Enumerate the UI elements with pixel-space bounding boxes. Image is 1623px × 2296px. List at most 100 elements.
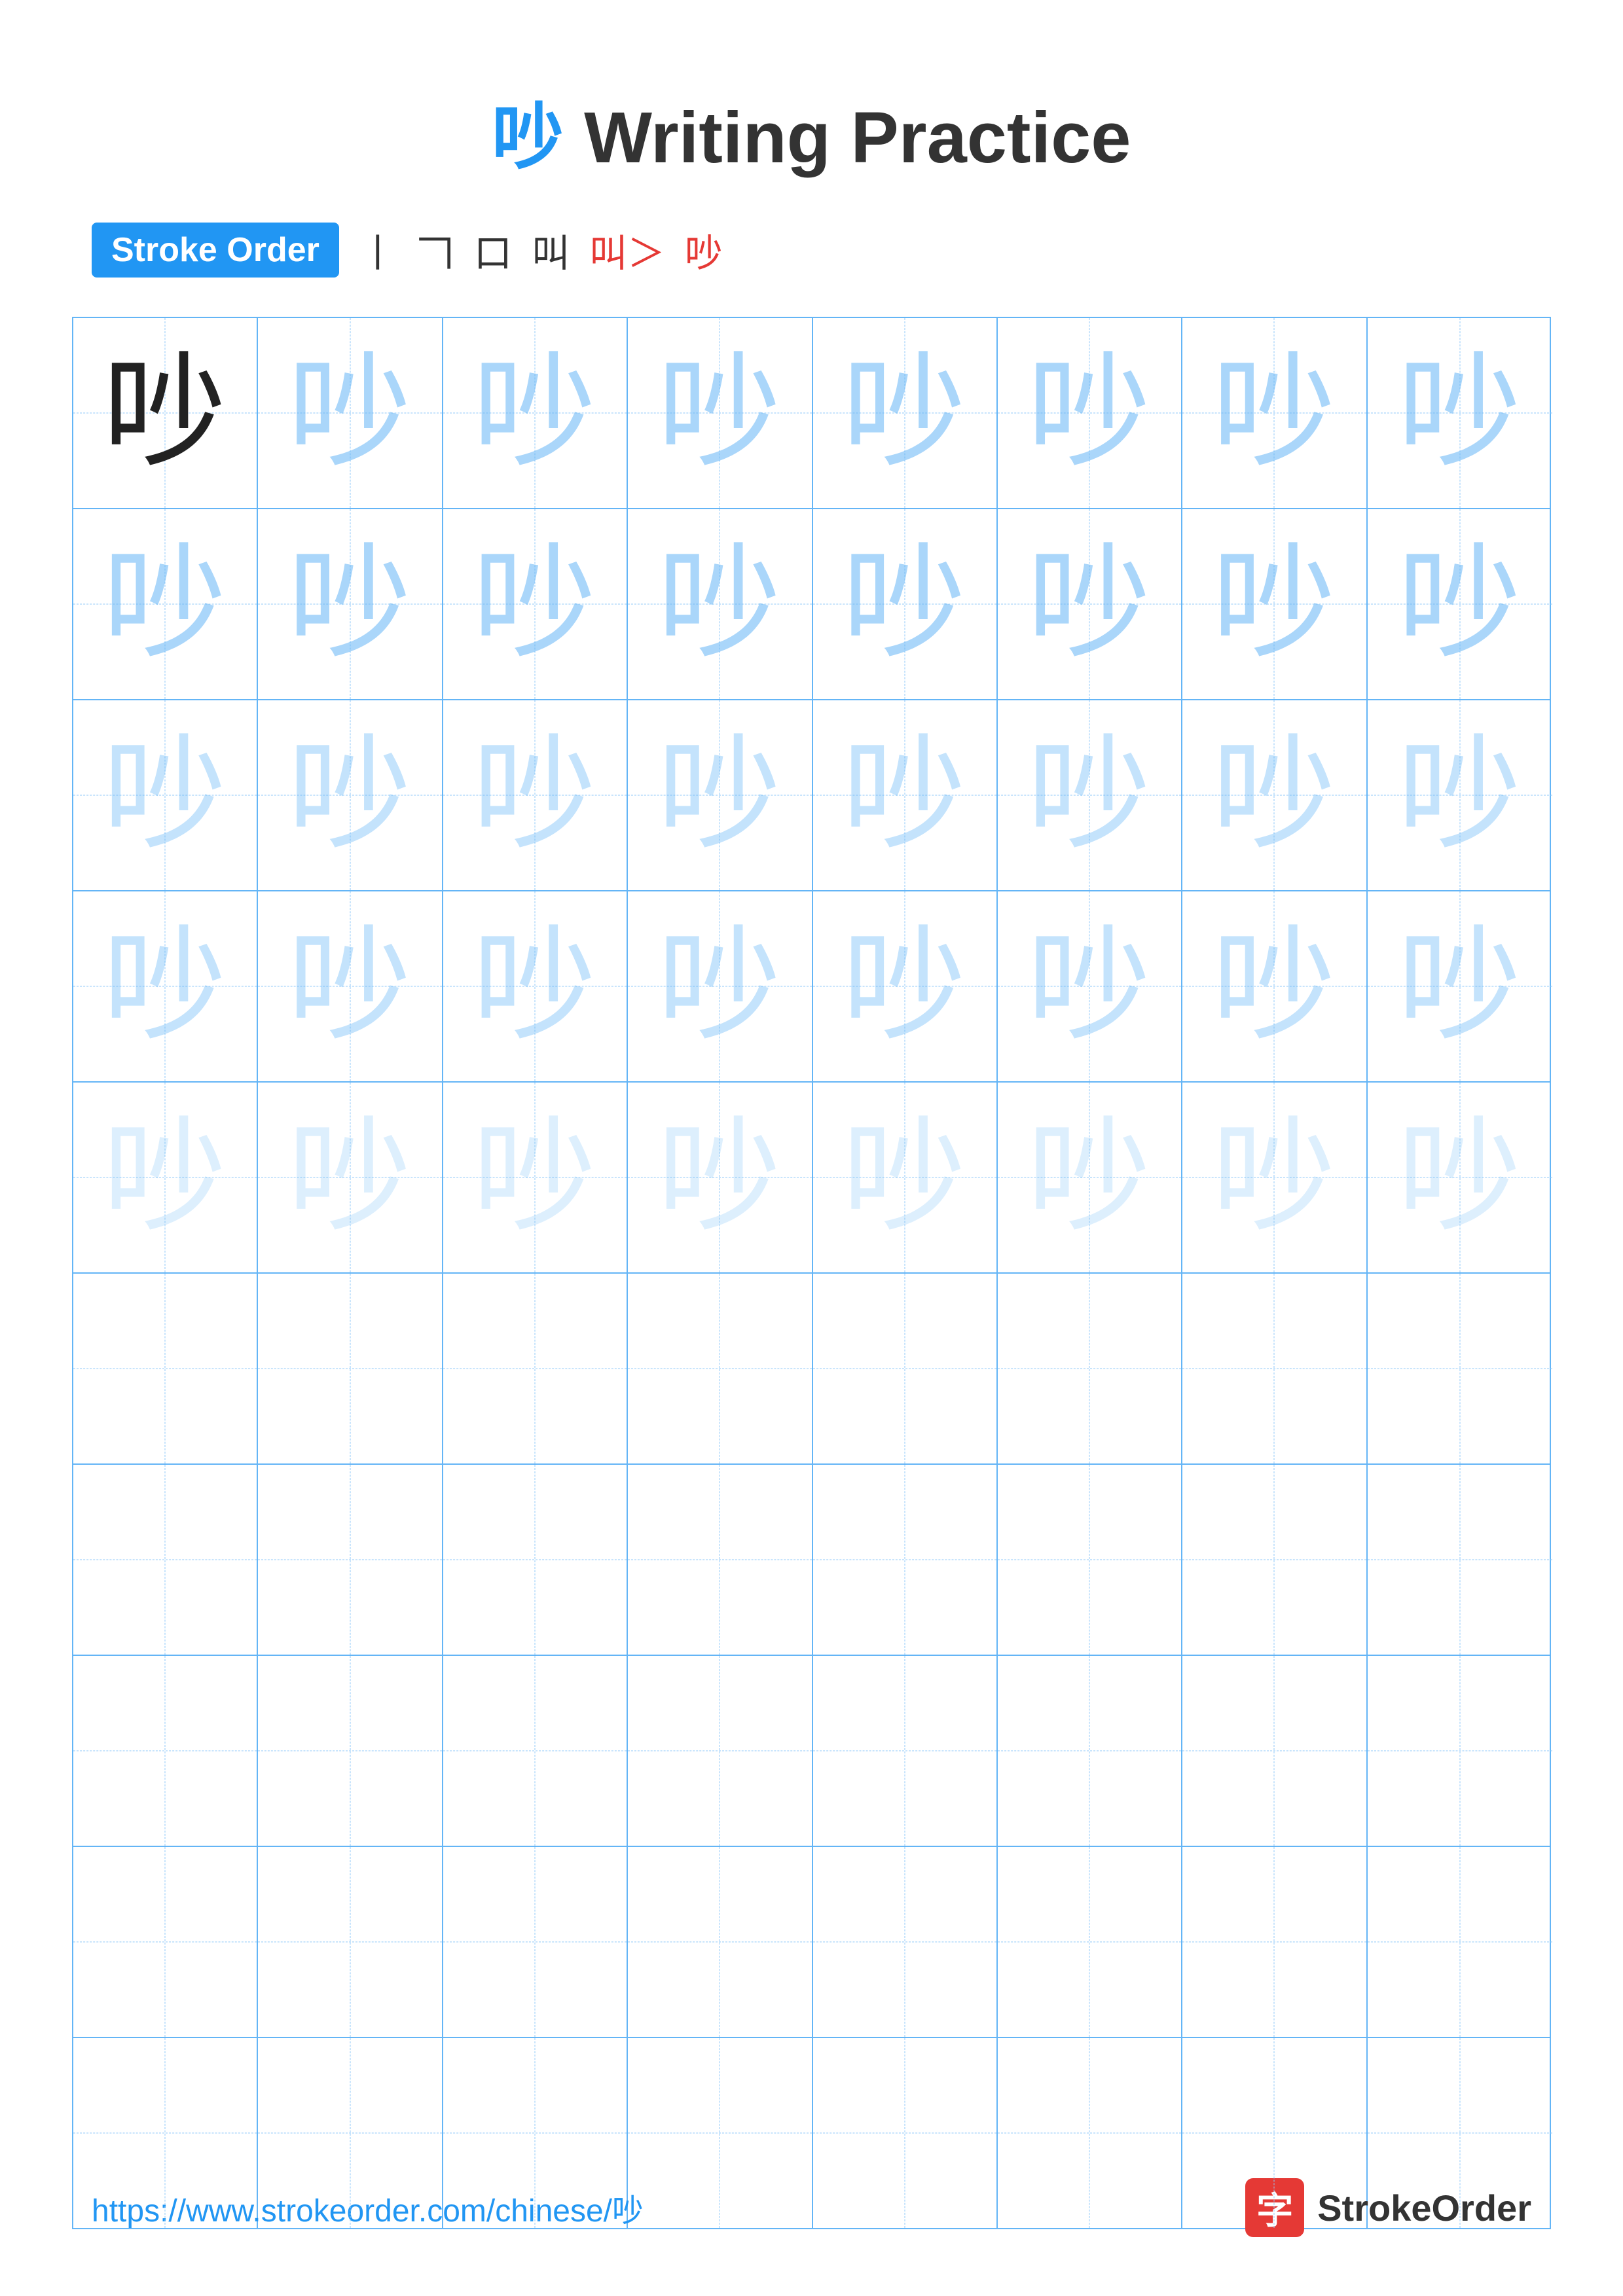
- grid-cell[interactable]: [1368, 1274, 1552, 1463]
- grid-cell[interactable]: 吵: [443, 509, 628, 699]
- grid-cell[interactable]: 吵: [73, 318, 258, 508]
- practice-char: 吵: [1182, 542, 1366, 666]
- grid-row: [73, 1656, 1550, 1847]
- practice-char: 吵: [998, 733, 1181, 857]
- grid-cell[interactable]: [73, 1656, 258, 1846]
- grid-cell[interactable]: [628, 1847, 812, 2037]
- grid-cell[interactable]: [1368, 1847, 1552, 2037]
- practice-char: 吵: [628, 351, 811, 475]
- brand-name: StrokeOrder: [1317, 2187, 1531, 2229]
- grid-cell[interactable]: [443, 1847, 628, 2037]
- grid-cell[interactable]: [443, 1465, 628, 1655]
- grid-cell[interactable]: [1182, 1274, 1367, 1463]
- grid-cell[interactable]: 吵: [998, 509, 1182, 699]
- grid-cell[interactable]: [73, 1847, 258, 2037]
- practice-char: 吵: [443, 351, 627, 475]
- grid-cell[interactable]: [1182, 1656, 1367, 1846]
- grid-cell[interactable]: [1182, 1465, 1367, 1655]
- grid-cell[interactable]: 吵: [1182, 1083, 1367, 1272]
- grid-cell[interactable]: 吵: [258, 1083, 443, 1272]
- grid-cell[interactable]: 吵: [73, 1083, 258, 1272]
- grid-cell[interactable]: [813, 1274, 998, 1463]
- grid-cell[interactable]: [998, 1656, 1182, 1846]
- grid-cell[interactable]: [813, 1465, 998, 1655]
- grid-cell[interactable]: 吵: [73, 891, 258, 1081]
- grid-cell[interactable]: 吵: [1182, 891, 1367, 1081]
- practice-char: 吵: [73, 351, 257, 475]
- stroke-step-5: 叫＞: [589, 223, 665, 278]
- grid-cell[interactable]: [813, 1656, 998, 1846]
- grid-cell[interactable]: [628, 1274, 812, 1463]
- footer-url[interactable]: https://www.strokeorder.com/chinese/吵: [92, 2185, 644, 2231]
- grid-row: [73, 1465, 1550, 1656]
- grid-cell[interactable]: 吵: [73, 700, 258, 890]
- stroke-order-badge: Stroke Order: [92, 223, 339, 278]
- grid-cell[interactable]: [258, 1847, 443, 2037]
- grid-cell[interactable]: 吵: [1368, 1083, 1552, 1272]
- grid-cell[interactable]: [813, 1847, 998, 2037]
- grid-cell[interactable]: 吵: [258, 891, 443, 1081]
- practice-char: 吵: [813, 924, 996, 1049]
- grid-cell[interactable]: [73, 1465, 258, 1655]
- grid-cell[interactable]: 吵: [258, 509, 443, 699]
- grid-cell[interactable]: 吵: [1368, 891, 1552, 1081]
- grid-cell[interactable]: [258, 1656, 443, 1846]
- grid-cell[interactable]: 吵: [628, 891, 812, 1081]
- grid-cell[interactable]: 吵: [813, 509, 998, 699]
- grid-cell[interactable]: [258, 1465, 443, 1655]
- grid-cell[interactable]: 吵: [1368, 700, 1552, 890]
- grid-cell[interactable]: 吵: [998, 1083, 1182, 1272]
- grid-cell[interactable]: 吵: [73, 509, 258, 699]
- grid-row: 吵 吵 吵 吵 吵 吵 吵 吵: [73, 891, 1550, 1083]
- practice-char: 吵: [443, 1115, 627, 1240]
- grid-cell[interactable]: 吵: [813, 318, 998, 508]
- grid-cell[interactable]: 吵: [628, 509, 812, 699]
- grid-cell[interactable]: 吵: [443, 318, 628, 508]
- grid-cell[interactable]: 吵: [813, 1083, 998, 1272]
- grid-cell[interactable]: [1182, 1847, 1367, 2037]
- grid-cell[interactable]: [443, 1274, 628, 1463]
- grid-cell[interactable]: 吵: [443, 1083, 628, 1272]
- grid-cell[interactable]: 吵: [1368, 509, 1552, 699]
- practice-char: 吵: [258, 924, 441, 1049]
- practice-char: 吵: [813, 351, 996, 475]
- grid-cell[interactable]: 吵: [998, 700, 1182, 890]
- stroke-step-1: 丨: [359, 223, 397, 278]
- grid-cell[interactable]: [998, 1847, 1182, 2037]
- practice-char: 吵: [813, 542, 996, 666]
- brand-icon: 字: [1245, 2178, 1304, 2237]
- grid-cell[interactable]: 吵: [443, 700, 628, 890]
- grid-cell[interactable]: [628, 1656, 812, 1846]
- grid-cell[interactable]: [998, 1274, 1182, 1463]
- grid-cell[interactable]: 吵: [1368, 318, 1552, 508]
- stroke-step-4: 叫: [532, 223, 570, 278]
- stroke-step-2: 𠃍: [416, 223, 454, 278]
- grid-cell[interactable]: [628, 1465, 812, 1655]
- grid-cell[interactable]: 吵: [998, 891, 1182, 1081]
- grid-cell[interactable]: 吵: [998, 318, 1182, 508]
- grid-cell[interactable]: 吵: [628, 1083, 812, 1272]
- grid-cell[interactable]: [73, 1274, 258, 1463]
- practice-char: 吵: [628, 924, 811, 1049]
- grid-cell[interactable]: 吵: [1182, 700, 1367, 890]
- grid-cell[interactable]: 吵: [1182, 509, 1367, 699]
- grid-cell[interactable]: [443, 1656, 628, 1846]
- practice-char: 吵: [258, 733, 441, 857]
- grid-cell[interactable]: [1368, 1465, 1552, 1655]
- grid-cell[interactable]: [258, 1274, 443, 1463]
- grid-cell[interactable]: 吵: [628, 318, 812, 508]
- practice-char: 吵: [628, 1115, 811, 1240]
- grid-cell[interactable]: 吵: [443, 891, 628, 1081]
- grid-cell[interactable]: [998, 1465, 1182, 1655]
- practice-char: 吵: [258, 351, 441, 475]
- grid-cell[interactable]: 吵: [258, 700, 443, 890]
- grid-cell[interactable]: 吵: [813, 891, 998, 1081]
- footer-brand: 字 StrokeOrder: [1245, 2178, 1531, 2237]
- grid-cell[interactable]: 吵: [813, 700, 998, 890]
- grid-cell[interactable]: [1368, 1656, 1552, 1846]
- grid-cell[interactable]: 吵: [628, 700, 812, 890]
- grid-cell[interactable]: 吵: [1182, 318, 1367, 508]
- grid-cell[interactable]: 吵: [258, 318, 443, 508]
- practice-char: 吵: [628, 733, 811, 857]
- practice-char: 吵: [998, 351, 1181, 475]
